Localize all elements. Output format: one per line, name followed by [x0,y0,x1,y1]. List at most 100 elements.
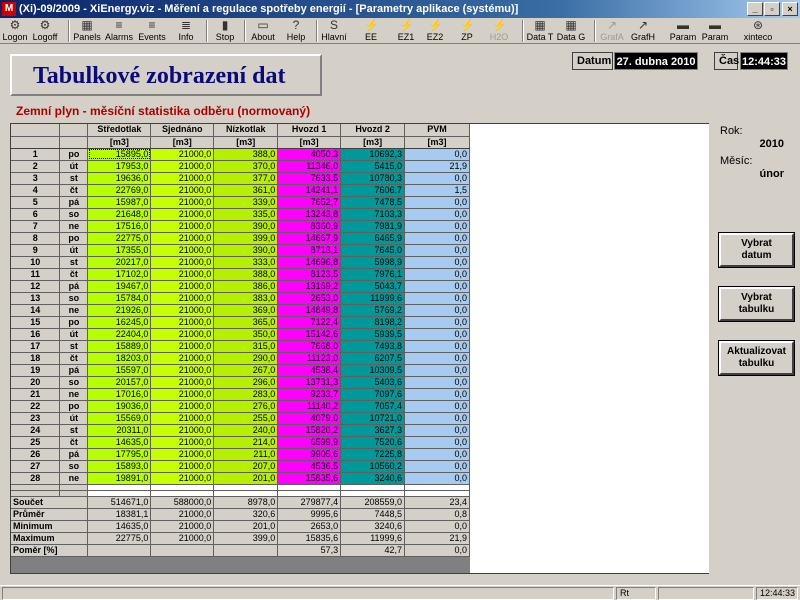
toolbar-button-hlavni[interactable]: S Hlavní [319,18,349,44]
cell[interactable]: 0,0 [404,232,470,245]
cell[interactable]: 4079,0 [277,412,342,425]
cell[interactable]: 7652,7 [277,196,342,209]
cell[interactable]: 1,5 [404,184,470,197]
cell[interactable]: 0,0 [404,256,470,269]
cell[interactable]: 21000,0 [150,172,215,185]
cell[interactable]: 21000,0 [150,268,215,281]
cell[interactable]: 207,0 [213,460,279,473]
cell[interactable]: 10560,2 [340,460,406,473]
close-button[interactable]: × [782,2,798,16]
cell[interactable]: 21000,0 [150,412,215,425]
cell[interactable]: 21000,0 [150,160,215,173]
toolbar-button-ez1[interactable]: ⚡ EZ1 [391,18,421,44]
data-grid-container[interactable]: Středotlak Sjednáno Nízkotlak Hvozd 1 Hvozd … [10,123,471,574]
cell[interactable]: 0,0 [404,388,470,401]
cell[interactable]: 17516,0 [87,220,152,233]
cell[interactable]: 21000,0 [150,436,215,449]
cell[interactable]: 0,0 [404,364,470,377]
cell[interactable]: 21000,0 [150,208,215,221]
cell[interactable]: 21000,0 [150,304,215,317]
cell[interactable]: 7097,6 [340,388,406,401]
cell[interactable]: 0,0 [404,376,470,389]
cell[interactable]: 21000,0 [150,256,215,269]
toolbar-button-info[interactable]: ≣ Info [171,18,201,44]
toolbar-button-ee[interactable]: ⚡ EE [356,18,386,44]
cell[interactable]: 8713,1 [277,244,342,257]
cell[interactable]: 14635,0 [87,436,152,449]
cell[interactable]: 21926,0 [87,304,152,317]
toolbar-button-alarms[interactable]: ≡ Alarms [104,18,134,44]
cell[interactable]: 0,0 [404,268,470,281]
cell[interactable]: 21000,0 [150,448,215,461]
cell[interactable]: 11999,6 [340,292,406,305]
cell[interactable]: 21000,0 [150,376,215,389]
cell[interactable]: 0,0 [404,292,470,305]
toolbar-button-xinteco[interactable]: ⊛ xinteco [743,18,773,44]
toolbar-button-grafh[interactable]: ↗ GrafH [628,18,658,44]
cell[interactable]: 0,0 [404,148,470,161]
cell[interactable]: 19036,0 [87,400,152,413]
cell[interactable]: 5415,0 [340,160,406,173]
cell[interactable]: 14696,8 [277,256,342,269]
cell[interactable]: 4050,3 [277,148,342,161]
cell[interactable]: 390,0 [213,244,279,257]
cell[interactable]: 21000,0 [150,424,215,437]
cell[interactable]: 19467,0 [87,280,152,293]
cell[interactable]: 21000,0 [150,244,215,257]
cell[interactable]: 21,9 [404,160,470,173]
cell[interactable]: 15987,0 [87,196,152,209]
toolbar-button-panels[interactable]: ▦ Panels [72,18,102,44]
cell[interactable]: 7633,5 [277,172,342,185]
cell[interactable]: 5043,7 [340,280,406,293]
cell[interactable]: 11346,0 [277,160,342,173]
cell[interactable]: 6465,9 [340,232,406,245]
cell[interactable]: 0,0 [404,220,470,233]
cell[interactable]: 15142,6 [277,328,342,341]
cell[interactable]: 5998,9 [340,256,406,269]
cell[interactable]: 21000,0 [150,352,215,365]
cell[interactable]: 0,0 [404,316,470,329]
cell[interactable]: 201,0 [213,472,279,485]
cell[interactable]: 386,0 [213,280,279,293]
cell[interactable]: 9905,6 [277,448,342,461]
cell[interactable]: 21000,0 [150,292,215,305]
cell[interactable]: 6207,5 [340,352,406,365]
cell[interactable]: 296,0 [213,376,279,389]
cell[interactable]: 11123,0 [277,352,342,365]
cell[interactable]: 21000,0 [150,364,215,377]
cell[interactable]: 335,0 [213,208,279,221]
toolbar-button-events[interactable]: ≡ Events [137,18,167,44]
cell[interactable]: 290,0 [213,352,279,365]
toolbar-button-ez2[interactable]: ⚡ EZ2 [420,18,450,44]
cell[interactable]: 10692,3 [340,148,406,161]
cell[interactable]: 7122,4 [277,316,342,329]
cell[interactable]: 5403,6 [340,376,406,389]
cell[interactable]: 377,0 [213,172,279,185]
cell[interactable]: 20157,0 [87,376,152,389]
cell[interactable]: 283,0 [213,388,279,401]
cell[interactable]: 365,0 [213,316,279,329]
cell[interactable]: 7478,5 [340,196,406,209]
toolbar-button-param1[interactable]: ▬ Param [668,18,698,44]
cell[interactable]: 15893,0 [87,460,152,473]
cell[interactable]: 315,0 [213,340,279,353]
cell[interactable]: 21000,0 [150,280,215,293]
cell[interactable]: 333,0 [213,256,279,269]
cell[interactable]: 4538,4 [277,364,342,377]
cell[interactable]: 21000,0 [150,340,215,353]
refresh-table-button[interactable]: Aktualizovat tabulku [718,340,795,376]
cell[interactable]: 21000,0 [150,148,215,161]
cell[interactable]: 0,0 [404,208,470,221]
select-date-button[interactable]: Vybrat datum [718,232,795,268]
cell[interactable]: 276,0 [213,400,279,413]
cell[interactable]: 21000,0 [150,460,215,473]
cell[interactable]: 0,0 [404,196,470,209]
cell[interactable]: 3627,3 [340,424,406,437]
cell[interactable]: 21000,0 [150,388,215,401]
cell[interactable]: 7645,0 [340,244,406,257]
toolbar-button-help[interactable]: ? Help [281,18,311,44]
cell[interactable]: 7057,4 [340,400,406,413]
cell[interactable]: 370,0 [213,160,279,173]
cell[interactable]: 11140,2 [277,400,342,413]
toolbar-button-about[interactable]: ▭ About [248,18,278,44]
